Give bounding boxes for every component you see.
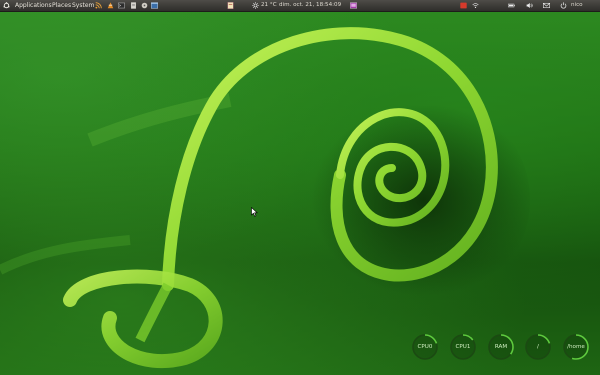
user-name[interactable]: nico <box>571 0 583 11</box>
conky-ring-ram: RAM <box>487 333 515 361</box>
volume-icon[interactable] <box>526 2 533 9</box>
conky-ring-root: / <box>524 333 552 361</box>
disk-icon[interactable] <box>141 2 148 9</box>
conky-ring-label: RAM <box>494 344 508 350</box>
ubuntu-logo-icon[interactable] <box>3 2 10 9</box>
conky-ring-label: /home <box>567 344 585 350</box>
places-menu[interactable]: Places <box>52 0 71 11</box>
conky-ring-label: CPU0 <box>417 344 433 350</box>
conky-ring-cpu0: CPU0 <box>411 333 439 361</box>
window-icon[interactable] <box>151 2 158 9</box>
conky-ring-label: / <box>537 344 539 350</box>
recording-icon[interactable] <box>460 2 467 9</box>
sun-icon[interactable] <box>252 2 259 9</box>
clock[interactable]: dim. oct. 21, 18:54:09 <box>279 0 341 11</box>
conky-ring-label: CPU1 <box>455 344 471 350</box>
terminal-icon[interactable] <box>118 2 125 9</box>
power-icon[interactable] <box>560 2 567 9</box>
screen-icon[interactable] <box>350 2 357 9</box>
vlc-icon[interactable] <box>107 2 114 9</box>
system-menu[interactable]: System <box>72 0 94 11</box>
conky-ring-cpu1: CPU1 <box>449 333 477 361</box>
mouse-pointer-icon <box>251 207 258 217</box>
wallpaper-tendril <box>0 27 530 369</box>
weather-temperature[interactable]: 21 °C <box>261 0 277 11</box>
rss-icon[interactable] <box>95 2 102 9</box>
desktop[interactable]: Applications Places System 21 °C dim. oc… <box>0 0 600 375</box>
top-panel: Applications Places System 21 °C dim. oc… <box>0 0 600 12</box>
mail-icon[interactable] <box>543 2 550 9</box>
battery-icon[interactable] <box>508 2 515 9</box>
document-icon[interactable] <box>130 2 137 9</box>
note-icon[interactable] <box>227 2 234 9</box>
wifi-icon[interactable] <box>472 2 479 9</box>
conky-ring-home: /home <box>562 333 590 361</box>
applications-menu[interactable]: Applications <box>15 0 52 11</box>
